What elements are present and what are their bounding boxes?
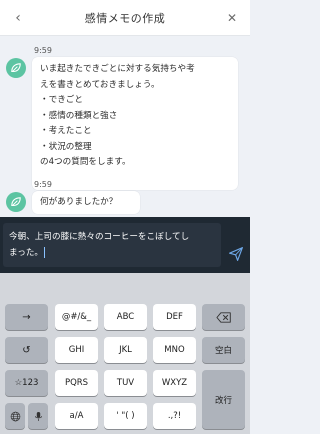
- globe-icon: [10, 411, 20, 421]
- key-space[interactable]: 空白: [202, 337, 245, 363]
- key-case[interactable]: a/A: [55, 403, 98, 429]
- message-line: えを書きとめておきましょう。: [40, 79, 160, 90]
- send-button[interactable]: [226, 244, 246, 264]
- key-wxyz[interactable]: WXYZ: [153, 370, 196, 396]
- key-quotes[interactable]: ' "( ): [104, 403, 147, 429]
- key-backspace[interactable]: [202, 304, 245, 330]
- key-undo[interactable]: ↺: [5, 337, 48, 363]
- key-symbols[interactable]: @#/&_: [55, 304, 98, 330]
- bot-avatar: [6, 192, 26, 212]
- message-line: いま起きたできごとに対する気持ちや考: [40, 64, 195, 74]
- key-number-mode[interactable]: ☆123: [5, 370, 48, 396]
- back-button[interactable]: ‹: [4, 0, 32, 36]
- leaf-icon: [11, 63, 21, 73]
- key-pqrs[interactable]: PQRS: [55, 370, 98, 396]
- message-input[interactable]: 今朝、上司の膝に熱々のコーヒーをこぼしてし まった。: [3, 223, 221, 267]
- key-mno[interactable]: MNO: [153, 337, 196, 363]
- message-line: 何がありましたか？: [40, 197, 118, 207]
- close-button[interactable]: ✕: [218, 0, 246, 36]
- message-line: ・できごと: [40, 95, 83, 105]
- header: ‹ 感情メモの作成 ✕: [0, 0, 250, 36]
- key-ghi[interactable]: GHI: [55, 337, 98, 363]
- input-line: 今朝、上司の膝に熱々のコーヒーをこぼしてし: [9, 232, 190, 242]
- page-title: 感情メモの作成: [84, 11, 166, 25]
- key-globe[interactable]: [5, 403, 25, 429]
- key-microphone[interactable]: [28, 403, 48, 429]
- key-abc[interactable]: ABC: [104, 304, 147, 330]
- key-arrow[interactable]: →: [5, 304, 48, 330]
- microphone-icon: [34, 411, 42, 421]
- input-bar: 今朝、上司の膝に熱々のコーヒーをこぼしてし まった。: [0, 217, 250, 273]
- chevron-left-icon: ‹: [15, 10, 21, 26]
- leaf-icon: [11, 197, 21, 207]
- message-time: 9:59: [34, 46, 52, 55]
- key-punctuation[interactable]: .,?!: [153, 403, 196, 429]
- backspace-icon: [215, 311, 231, 323]
- key-jkl[interactable]: JKL: [104, 337, 147, 363]
- key-tuv[interactable]: TUV: [104, 370, 147, 396]
- bot-message: 何がありましたか？: [32, 191, 140, 214]
- text-caret: [44, 247, 46, 258]
- close-icon: ✕: [226, 11, 238, 25]
- key-def[interactable]: DEF: [153, 304, 196, 330]
- message-line: ・状況の整理: [40, 141, 92, 152]
- arrow-right-icon: →: [22, 311, 31, 323]
- bot-message: いま起きたできごとに対する気持ちや考 えを書きとめておきましょう。 ・できごと …: [32, 57, 238, 190]
- message-line: の4つの質問をします。: [40, 157, 131, 167]
- send-icon: [229, 247, 243, 261]
- keyboard: → @#/&_ ABC DEF ↺ GHI JKL MNO 空白 ☆123 PQ…: [0, 273, 250, 434]
- message-time: 9:59: [34, 180, 52, 189]
- bot-avatar: [6, 58, 26, 78]
- undo-icon: ↺: [22, 344, 31, 356]
- message-line: ・考えたこと: [40, 126, 92, 136]
- key-return[interactable]: 改行: [202, 370, 245, 429]
- message-line: ・感情の種類と強さ: [40, 110, 118, 121]
- input-line: まった。: [9, 248, 44, 258]
- chat-area: 9:59 いま起きたできごとに対する気持ちや考 えを書きとめておきましょう。 ・…: [0, 36, 250, 217]
